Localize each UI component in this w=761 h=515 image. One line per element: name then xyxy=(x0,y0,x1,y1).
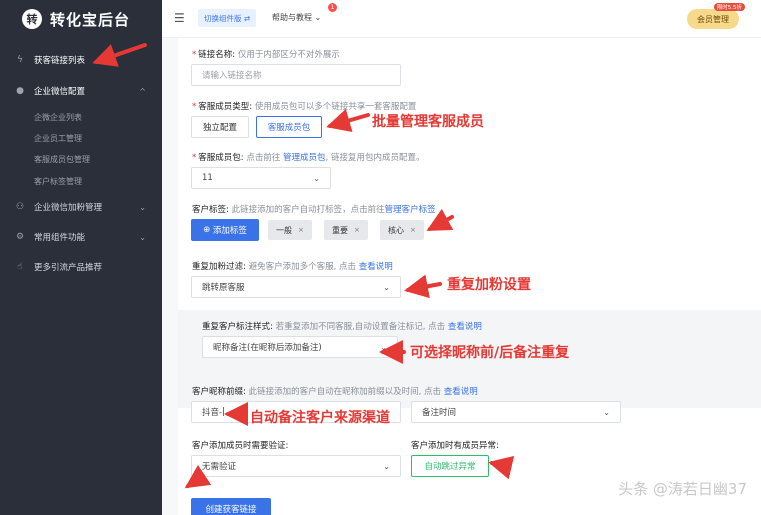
chevron-down-icon: ⌄ xyxy=(380,342,387,352)
sidebar-item-wecom-config[interactable]: ● 企业微信配置 ^ xyxy=(0,81,162,101)
dup-filter-select[interactable]: 跳转原客服 ⌄ xyxy=(191,276,401,298)
close-icon[interactable]: × xyxy=(298,226,304,234)
sidebar-subitem-tags[interactable]: 客户标签管理 xyxy=(34,176,82,187)
verify-label: 客户添加成员时需要验证: xyxy=(192,441,289,451)
sidebar-item-fans[interactable]: ⚇ 企业微信加粉管理 ⌄ xyxy=(0,197,162,217)
member-pkg-label: * 客服成员包: 点击前往 管理成员包, 链接复用包内成员配置。 xyxy=(192,153,425,163)
top-header: ☰ 切换组件版 ⇄ 帮助与教程 ⌄ 1 会员管理 限时5.5折 xyxy=(162,0,761,38)
close-icon[interactable]: × xyxy=(410,226,416,234)
link-name-input[interactable]: 请输入链接名称 xyxy=(191,64,401,86)
annotation-text: 重复加粉设置 xyxy=(447,277,531,293)
sidebar-item-components[interactable]: ⚙ 常用组件功能 ⌄ xyxy=(0,227,162,247)
bolt-icon: ϟ xyxy=(17,55,23,65)
member-pkg-select[interactable]: 11 ⌄ xyxy=(191,167,331,189)
chevron-down-icon: ⌄ xyxy=(313,173,320,183)
settings-icon: ⚙ xyxy=(15,232,25,242)
member-package-button[interactable]: 客服成员包 xyxy=(256,116,322,138)
plus-circle-icon: ⊕ xyxy=(203,225,211,235)
independent-config-button[interactable]: 独立配置 xyxy=(191,116,249,138)
add-tag-button[interactable]: ⊕ 添加标签 xyxy=(191,219,259,241)
auto-skip-button[interactable]: 自动跳过异常 xyxy=(411,455,489,477)
sidebar-item-label: 企业微信配置 xyxy=(34,87,86,97)
chevron-down-icon: ⌄ xyxy=(139,202,146,212)
sidebar-item-label: 更多引流产品推荐 xyxy=(34,263,103,273)
close-icon[interactable]: × xyxy=(354,226,360,234)
dup-filter-value: 跳转原客服 xyxy=(202,283,245,293)
chevron-up-icon: ^ xyxy=(139,86,146,96)
tag-chip[interactable]: 一般 × xyxy=(268,220,312,240)
sidebar-item-label: 常用组件功能 xyxy=(34,233,86,243)
brand: 转 转化宝后台 xyxy=(0,0,162,38)
vip-button[interactable]: 会员管理 xyxy=(687,9,739,29)
nick-prefix-label: 客户昵称前缀: 此链接添加的客户自动在昵称加前缀以及时间, 点击 查看说明 xyxy=(192,387,478,397)
chevron-down-icon: ⌄ xyxy=(314,13,322,22)
verify-select[interactable]: 无需验证 ⌄ xyxy=(191,455,401,477)
sidebar-item-label: 获客链接列表 xyxy=(34,56,86,66)
wechat-icon: ● xyxy=(16,86,24,96)
chevron-down-icon: ⌄ xyxy=(139,232,146,242)
abnormal-label: 客户添加时有成员异常: xyxy=(411,441,499,451)
verify-value: 无需验证 xyxy=(202,462,237,472)
remark-time-select[interactable]: 备注时间 ⌄ xyxy=(411,401,621,423)
switch-version-button[interactable]: 切换组件版 ⇄ xyxy=(198,9,257,27)
sidebar-item-more-products[interactable]: ☝ 更多引流产品推荐 xyxy=(0,257,162,277)
chevron-down-icon: ⌄ xyxy=(383,282,390,292)
sidebar: 转 转化宝后台 ϟ 获客链接列表 ● 企业微信配置 ^ 企微企业列表 企业员工管… xyxy=(0,0,162,515)
dup-style-value: 昵称备注(在昵称后添加备注) xyxy=(213,343,322,353)
brand-logo: 转 xyxy=(22,9,42,29)
link-name-label: * 链接名称: 仅用于内部区分不对外展示 xyxy=(192,50,340,60)
sidebar-item-link-list[interactable]: ϟ 获客链接列表 xyxy=(0,50,162,70)
tag-chip[interactable]: 核心 × xyxy=(380,220,424,240)
member-pkg-value: 11 xyxy=(202,173,213,183)
watermark: 头条 @涛若日幽37 xyxy=(618,480,747,498)
menu-icon[interactable]: ☰ xyxy=(174,11,185,25)
dup-filter-label: 重复加粉过滤: 避免客户添加多个客服, 点击 查看说明 xyxy=(192,262,393,272)
create-link-button[interactable]: 创建获客链接 xyxy=(191,498,271,515)
help-menu[interactable]: 帮助与教程 ⌄ xyxy=(272,12,321,23)
thumbs-up-icon: ☝ xyxy=(17,262,23,272)
customer-tags-label: 客户标签: 此链接添加的客户自动打标签，点击前往管理客户标签 xyxy=(192,205,436,215)
remark-time-value: 备注时间 xyxy=(422,408,457,418)
sidebar-item-label: 企业微信加粉管理 xyxy=(34,203,103,213)
tag-chip[interactable]: 重要 × xyxy=(324,220,368,240)
chevron-down-icon: ⌄ xyxy=(603,407,610,417)
dup-style-label: 重复客户标注样式: 若重复添加不同客服,自动设置备注标记, 点击 查看说明 xyxy=(202,322,482,332)
help-badge: 1 xyxy=(328,3,337,12)
discount-badge: 限时5.5折 xyxy=(713,3,745,11)
annotation-text: 批量管理客服成员 xyxy=(372,114,484,130)
sidebar-subitem-staff[interactable]: 企业员工管理 xyxy=(34,133,82,144)
users-icon: ⚇ xyxy=(15,202,25,212)
annotation-text: 自动备注客户来源渠道 xyxy=(250,410,390,426)
sidebar-subitem-corp-list[interactable]: 企微企业列表 xyxy=(34,112,82,123)
chevron-down-icon: ⌄ xyxy=(383,461,390,471)
dup-style-select[interactable]: 昵称备注(在昵称后添加备注) ⌄ xyxy=(202,336,398,358)
nick-prefix-value: 抖音- xyxy=(202,408,223,418)
sidebar-subitem-member-pkg[interactable]: 客服成员包管理 xyxy=(34,154,90,165)
help-label: 帮助与教程 xyxy=(272,13,312,22)
brand-title: 转化宝后台 xyxy=(50,10,131,29)
annotation-text: 可选择昵称前/后备注重复 xyxy=(410,345,570,361)
